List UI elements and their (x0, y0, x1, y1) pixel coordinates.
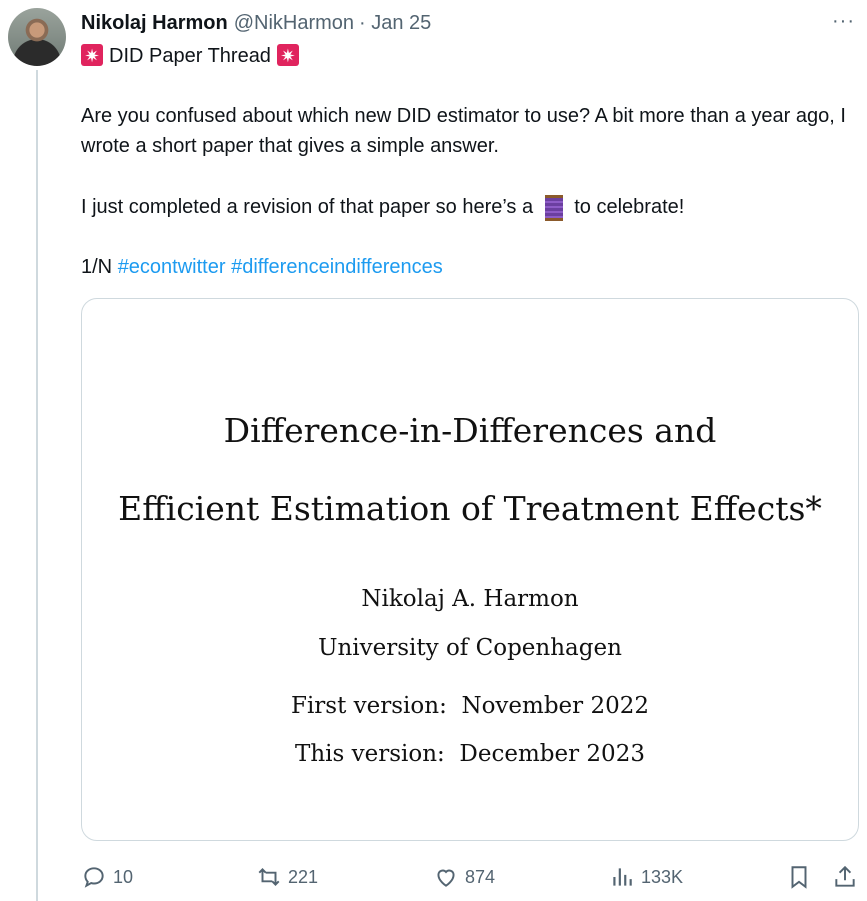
paper-first-version: First version: November 2022 (290, 693, 650, 719)
thread-spool-emoji-icon (543, 193, 565, 221)
tweet-date[interactable]: · Jan 25 (359, 12, 431, 35)
hashtag-differenceindifferences[interactable]: #differenceindifferences (231, 256, 443, 278)
heart-icon (437, 869, 455, 887)
tweet-paragraph-2-end: to celebrate! (574, 196, 685, 218)
analytics-icon (613, 868, 632, 886)
thread-title-text: DID Paper Thread (109, 45, 271, 67)
tweet-action-bar: 10 221 874 133K (81, 860, 861, 894)
thread-connector-line (36, 70, 38, 901)
paper-title-line-1: Difference-in-Differences and (223, 411, 717, 450)
paper-title-line-2: Efficient Estimation of Treatment Effect… (118, 489, 822, 528)
siren-emoji-icon (276, 42, 299, 70)
paper-affiliation: University of Copenhagen (318, 635, 622, 661)
like-button[interactable]: 874 (433, 860, 495, 894)
author-avatar[interactable] (8, 8, 66, 66)
thread-title: DID Paper Thread (81, 42, 299, 70)
tweet-paragraph-3: 1/N #econtwitter #differenceindifference… (81, 252, 851, 282)
bookmark-button[interactable] (786, 860, 818, 894)
share-button[interactable] (832, 860, 864, 894)
retweet-icon (258, 868, 280, 886)
paper-image-card[interactable]: Difference-in-Differences and Efficient … (81, 298, 859, 841)
reply-icon (84, 867, 104, 888)
paper-this-version: This version: December 2023 (295, 741, 645, 767)
tweet-paragraph-1: Are you confused about which new DID est… (81, 105, 846, 157)
more-dots-icon[interactable]: ··· (832, 10, 855, 33)
reply-button[interactable]: 10 (81, 860, 133, 894)
bookmark-icon (791, 866, 807, 889)
hashtag-econtwitter[interactable]: #econtwitter (118, 256, 226, 278)
like-count: 874 (465, 866, 496, 887)
views-count: 133K (641, 866, 684, 887)
reply-count: 10 (113, 866, 134, 887)
thread-counter: 1/N (81, 256, 113, 278)
paper-author: Nikolaj A. Harmon (361, 586, 579, 612)
retweet-count: 221 (288, 866, 319, 887)
siren-emoji-icon (81, 42, 103, 70)
share-icon (835, 865, 855, 887)
tweet-paragraph-2: I just completed a revision of that pape… (81, 192, 851, 222)
retweet-button[interactable]: 221 (256, 860, 318, 894)
author-name[interactable]: Nikolaj Harmon (81, 12, 228, 35)
tweet-paragraph-2-start: I just completed a revision of that pape… (81, 196, 534, 218)
tweet-header: Nikolaj Harmon @NikHarmon · Jan 25 (81, 10, 431, 36)
views-button[interactable]: 133K (609, 860, 683, 894)
author-handle[interactable]: @NikHarmon (234, 12, 354, 35)
